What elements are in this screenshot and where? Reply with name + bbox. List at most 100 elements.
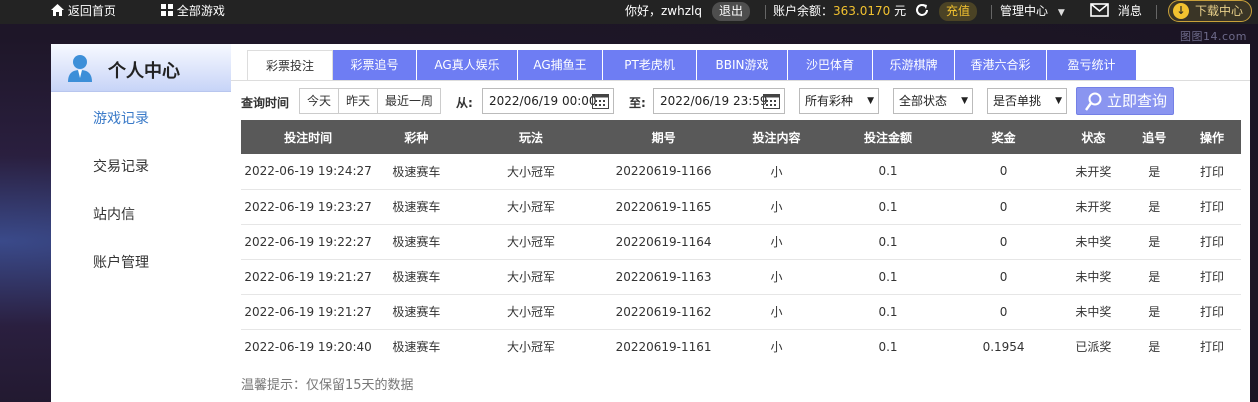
tab-divider: [231, 80, 1250, 81]
prize-cell: 0.1954: [982, 339, 1025, 354]
to-date-value: 2022/06/19 23:59: [660, 94, 768, 108]
column-header: 奖金: [945, 120, 1062, 154]
print-link[interactable]: 打印: [1183, 154, 1241, 190]
sidebar-item-account[interactable]: 账户管理: [93, 252, 149, 272]
tab-ag-fishing[interactable]: AG捕鱼王: [518, 50, 603, 80]
table-row: 2022-06-19 19:20:40 极速赛车 大小冠军 20220619-1…: [241, 329, 1241, 364]
tab-lottery-bets[interactable]: 彩票投注: [247, 50, 333, 80]
greeting: 你好，zwhzlq: [625, 4, 702, 18]
currency-label: 元: [894, 4, 907, 18]
today-button[interactable]: 今天: [300, 89, 340, 113]
sidebar: 个人中心 游戏记录 交易记录 站内信 账户管理: [51, 44, 231, 402]
all-games-label: 全部游戏: [176, 4, 225, 18]
play-type-cell: 大小冠军: [506, 340, 555, 355]
sidebar-title: 个人中心: [108, 61, 180, 82]
column-header: 投注金额: [830, 120, 946, 154]
tab-saba-sports[interactable]: 沙巴体育: [788, 50, 873, 80]
messages-link[interactable]: 消息: [1090, 0, 1142, 24]
sidebar-item-inbox[interactable]: 站内信: [93, 204, 135, 224]
logout-button[interactable]: 退出: [712, 2, 751, 21]
records-table: 投注时间 彩种 玩法 期号 投注内容 投注金额 奖金 状态 追号 操作 2022…: [241, 120, 1241, 364]
column-header: 投注内容: [722, 120, 831, 154]
table-row: 2022-06-19 19:21:27 极速赛车 大小冠军 20220619-1…: [241, 294, 1241, 330]
issue-cell: 20220619-1164: [604, 224, 723, 260]
bet-content-cell: 小: [722, 294, 831, 330]
refresh-button[interactable]: [914, 0, 930, 24]
print-link[interactable]: 打印: [1183, 224, 1241, 260]
single-pick-select[interactable]: 是否单挑 ▼: [987, 88, 1067, 114]
yesterday-button[interactable]: 昨天: [339, 89, 379, 113]
tab-bbin[interactable]: BBIN游戏: [697, 50, 788, 80]
from-label: 从:: [456, 96, 473, 110]
divider: [765, 5, 766, 19]
status-select[interactable]: 全部状态 ▼: [893, 88, 973, 114]
bet-content-cell: 小: [722, 224, 831, 260]
calendar-icon[interactable]: [592, 93, 609, 109]
status-cell: 未中奖: [1061, 259, 1126, 295]
mail-icon: [1090, 3, 1109, 17]
to-label: 至:: [629, 96, 646, 110]
issue-cell: 20220619-1166: [604, 154, 723, 190]
from-date-value: 2022/06/19 00:00: [489, 94, 597, 108]
print-link[interactable]: 打印: [1183, 189, 1241, 225]
tab-lottery-chase[interactable]: 彩票追号: [333, 50, 417, 80]
bet-amount-cell: 0.1: [830, 259, 946, 295]
download-center-button[interactable]: ↓ 下载中心: [1168, 0, 1252, 22]
tab-ag-live[interactable]: AG真人娱乐: [417, 50, 518, 80]
bet-content-cell: 小: [722, 189, 831, 225]
column-header: 操作: [1183, 120, 1241, 154]
chase-cell: 是: [1148, 340, 1161, 355]
tab-pt-slots[interactable]: PT老虎机: [603, 50, 697, 80]
recharge-button[interactable]: 充值: [939, 2, 978, 21]
prize-cell: 0: [945, 294, 1062, 330]
search-icon: [1085, 92, 1102, 111]
print-link[interactable]: 打印: [1183, 259, 1241, 295]
tab-profit-stats[interactable]: 盈亏统计: [1047, 50, 1137, 80]
divider: [991, 5, 992, 19]
play-type-cell: 大小冠军: [457, 189, 605, 225]
prize-cell: 0: [945, 224, 1062, 260]
play-type-cell: 大小冠军: [457, 294, 605, 330]
last-week-button[interactable]: 最近一周: [378, 89, 441, 113]
grid-icon: [161, 4, 173, 16]
status-cell: 已派奖: [1075, 340, 1112, 355]
top-bar: 返回首页 全部游戏 你好，zwhzlq 退出 账户余额：363.0170 元 充…: [0, 0, 1258, 24]
table-row: 2022-06-19 19:23:27 极速赛车 大小冠军 20220619-1…: [241, 189, 1241, 225]
bet-amount-cell: 0.1: [830, 294, 946, 330]
bet-content-cell: 小: [770, 340, 783, 355]
balance: 账户余额：363.0170 元: [773, 0, 906, 24]
print-link[interactable]: 打印: [1183, 294, 1241, 330]
chase-cell: 是: [1125, 224, 1184, 260]
messages-label: 消息: [1117, 4, 1142, 18]
to-date-input[interactable]: 2022/06/19 23:59: [653, 88, 785, 114]
column-header: 玩法: [457, 120, 605, 154]
single-pick-value: 是否单挑: [993, 94, 1042, 108]
search-button[interactable]: 立即查询: [1076, 87, 1174, 115]
bet-time-cell: 2022-06-19 19:20:40: [244, 339, 372, 354]
play-type-cell: 大小冠军: [457, 224, 605, 260]
sidebar-item-game-records[interactable]: 游戏记录: [93, 108, 149, 128]
search-label: 立即查询: [1107, 92, 1168, 110]
status-cell: 未开奖: [1061, 189, 1126, 225]
bet-content-cell: 小: [722, 259, 831, 295]
home-link[interactable]: 返回首页: [51, 0, 116, 24]
sidebar-header: 个人中心: [51, 44, 231, 92]
tab-leyou-chess[interactable]: 乐游棋牌: [873, 50, 955, 80]
status-value: 全部状态: [899, 94, 948, 108]
lottery-cell: 极速赛车: [375, 154, 458, 190]
retention-tip: 温馨提示：仅保留15天的数据: [241, 378, 414, 393]
chevron-down-icon: ▼: [867, 96, 874, 106]
calendar-icon[interactable]: [763, 93, 780, 109]
sidebar-item-transactions[interactable]: 交易记录: [93, 156, 149, 176]
tab-hk-mark-six[interactable]: 香港六合彩: [955, 50, 1047, 80]
play-type-cell: 大小冠军: [457, 154, 605, 190]
chase-cell: 是: [1125, 189, 1184, 225]
table-row: 2022-06-19 19:22:27 极速赛车 大小冠军 20220619-1…: [241, 224, 1241, 260]
lottery-type-select[interactable]: 所有彩种 ▼: [799, 88, 879, 114]
all-games-link[interactable]: 全部游戏: [161, 0, 225, 24]
issue-cell: 20220619-1163: [604, 259, 723, 295]
manage-center-menu[interactable]: 管理中心 ▼: [1000, 0, 1065, 24]
home-icon: [51, 4, 64, 16]
print-link[interactable]: 打印: [1183, 329, 1241, 364]
from-date-input[interactable]: 2022/06/19 00:00: [482, 88, 614, 114]
